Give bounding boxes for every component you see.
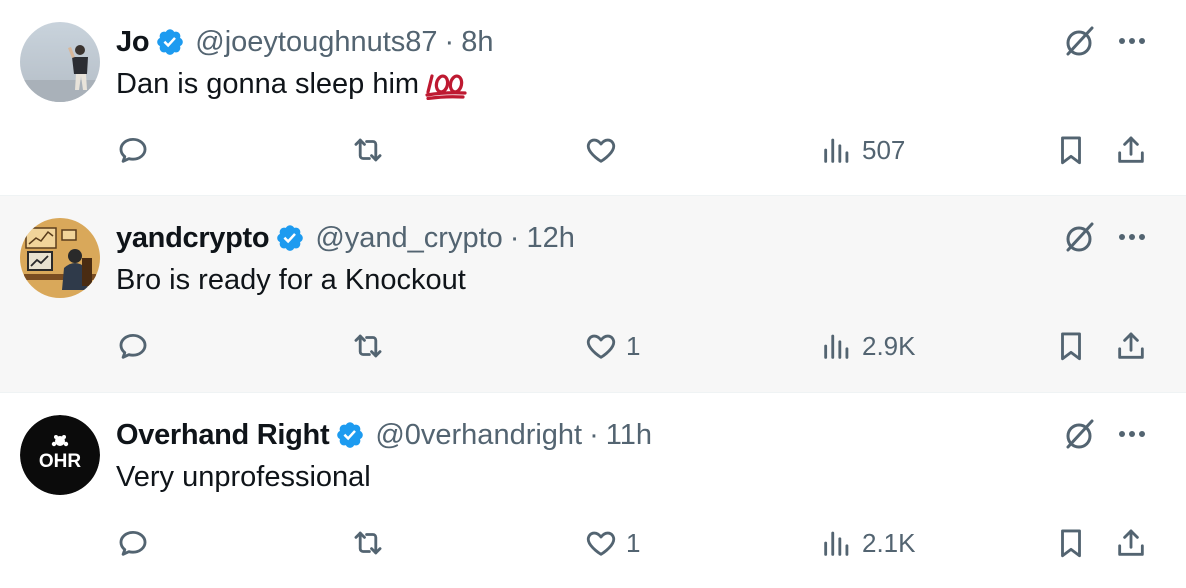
- views-button[interactable]: 2.9K: [820, 326, 916, 366]
- tweet-text-content: Bro is ready for a Knockout: [116, 264, 466, 296]
- hundred-points-emoji-icon: [425, 73, 467, 100]
- retweet-button[interactable]: [351, 326, 385, 366]
- share-upload-icon: [1118, 529, 1144, 556]
- retweet-icon: [354, 531, 382, 555]
- timestamp[interactable]: 12h: [526, 222, 574, 255]
- share-button[interactable]: [1114, 326, 1148, 366]
- tweet-text-content: Very unprofessional: [116, 461, 371, 493]
- avatar[interactable]: [20, 22, 100, 102]
- reply-bubble-icon: [119, 530, 147, 556]
- more-dots-icon[interactable]: [1114, 26, 1150, 56]
- like-button[interactable]: 1: [584, 523, 640, 563]
- views-bar-chart-icon: [824, 334, 849, 359]
- share-upload-icon: [1118, 332, 1144, 359]
- more-dots-icon[interactable]: [1114, 222, 1150, 252]
- like-button[interactable]: 1: [584, 326, 640, 366]
- grok-slash-icon[interactable]: [1060, 218, 1100, 258]
- bookmark-icon: [1061, 332, 1081, 361]
- views-count: 2.9K: [862, 330, 916, 361]
- views-bar-chart-icon: [824, 138, 849, 163]
- heart-icon: [586, 138, 616, 163]
- retweet-button[interactable]: [351, 130, 385, 170]
- action-bar: 1 2.1K: [0, 523, 1186, 563]
- heart-icon: [586, 531, 616, 556]
- like-button[interactable]: [584, 130, 626, 170]
- avatar-cartoon-icon: [20, 218, 100, 298]
- tweet-text-content: Dan is gonna sleep him: [116, 68, 420, 100]
- share-button[interactable]: [1114, 130, 1148, 170]
- separator-dot: ·: [589, 418, 599, 451]
- grok-slash-icon[interactable]: [1060, 415, 1100, 455]
- timestamp[interactable]: 8h: [461, 26, 493, 59]
- tweet[interactable]: Jo @joeytoughnuts87 · 8h Dan is gonna sl…: [0, 0, 1186, 196]
- views-button[interactable]: 507: [820, 130, 905, 170]
- display-name[interactable]: Jo: [116, 26, 150, 59]
- grok-slash-icon[interactable]: [1060, 22, 1100, 62]
- share-upload-icon: [1118, 136, 1144, 163]
- verified-badge-icon[interactable]: [335, 420, 365, 450]
- display-name[interactable]: Overhand Right: [116, 419, 330, 452]
- like-count: 1: [626, 330, 641, 361]
- tweet-header: Overhand Right @0verhandright · 11h: [116, 415, 652, 455]
- separator-dot: ·: [509, 221, 520, 254]
- views-bar-chart-icon: [824, 531, 849, 556]
- avatar-photo-icon: [20, 22, 100, 102]
- avatar[interactable]: [20, 218, 100, 298]
- action-bar: 1 2.9K: [0, 326, 1186, 366]
- tweet-header: Jo @joeytoughnuts87 · 8h: [116, 22, 493, 62]
- handle[interactable]: @yand_crypto: [315, 222, 502, 255]
- avatar-initials: OHR: [39, 451, 82, 472]
- tweet[interactable]: yandcrypto @yand_crypto · 12h Bro is rea…: [0, 196, 1186, 393]
- like-count: 1: [626, 527, 641, 558]
- views-count: 507: [862, 134, 906, 165]
- tweet-header: yandcrypto @yand_crypto · 12h: [116, 218, 575, 258]
- verified-badge-icon[interactable]: [155, 27, 185, 57]
- bookmark-icon: [1061, 136, 1081, 165]
- handle[interactable]: @0verhandright: [375, 419, 582, 452]
- reply-button[interactable]: [116, 326, 150, 366]
- verified-badge-icon[interactable]: [275, 223, 305, 253]
- more-dots-icon[interactable]: [1114, 419, 1150, 449]
- bookmark-button[interactable]: [1054, 326, 1088, 366]
- tweet-text: Dan is gonna sleep him: [116, 68, 469, 101]
- retweet-button[interactable]: [351, 523, 385, 563]
- bookmark-button[interactable]: [1054, 130, 1088, 170]
- views-count: 2.1K: [862, 527, 916, 558]
- retweet-icon: [354, 334, 382, 358]
- tweet-text: Bro is ready for a Knockout: [116, 264, 466, 297]
- separator-dot: ·: [444, 25, 455, 58]
- avatar-ohr-logo-icon: OHR: [20, 415, 100, 495]
- display-name[interactable]: yandcrypto: [116, 222, 270, 255]
- reply-button[interactable]: [116, 523, 150, 563]
- retweet-icon: [354, 138, 382, 162]
- heart-icon: [586, 334, 616, 359]
- reply-bubble-icon: [119, 137, 147, 163]
- avatar[interactable]: OHR: [20, 415, 100, 495]
- timestamp[interactable]: 11h: [606, 419, 652, 452]
- reply-button[interactable]: [116, 130, 150, 170]
- bookmark-icon: [1061, 529, 1081, 558]
- bookmark-button[interactable]: [1054, 523, 1088, 563]
- views-button[interactable]: 2.1K: [820, 523, 916, 563]
- tweet-text: Very unprofessional: [116, 461, 371, 494]
- reply-bubble-icon: [119, 333, 147, 359]
- action-bar: 507: [0, 130, 1186, 170]
- handle[interactable]: @joeytoughnuts87: [195, 26, 437, 59]
- tweet[interactable]: OHR Overhand Right @0verhandright · 11h …: [0, 393, 1186, 588]
- reply-feed: Jo @joeytoughnuts87 · 8h Dan is gonna sl…: [0, 0, 1186, 588]
- share-button[interactable]: [1114, 523, 1148, 563]
